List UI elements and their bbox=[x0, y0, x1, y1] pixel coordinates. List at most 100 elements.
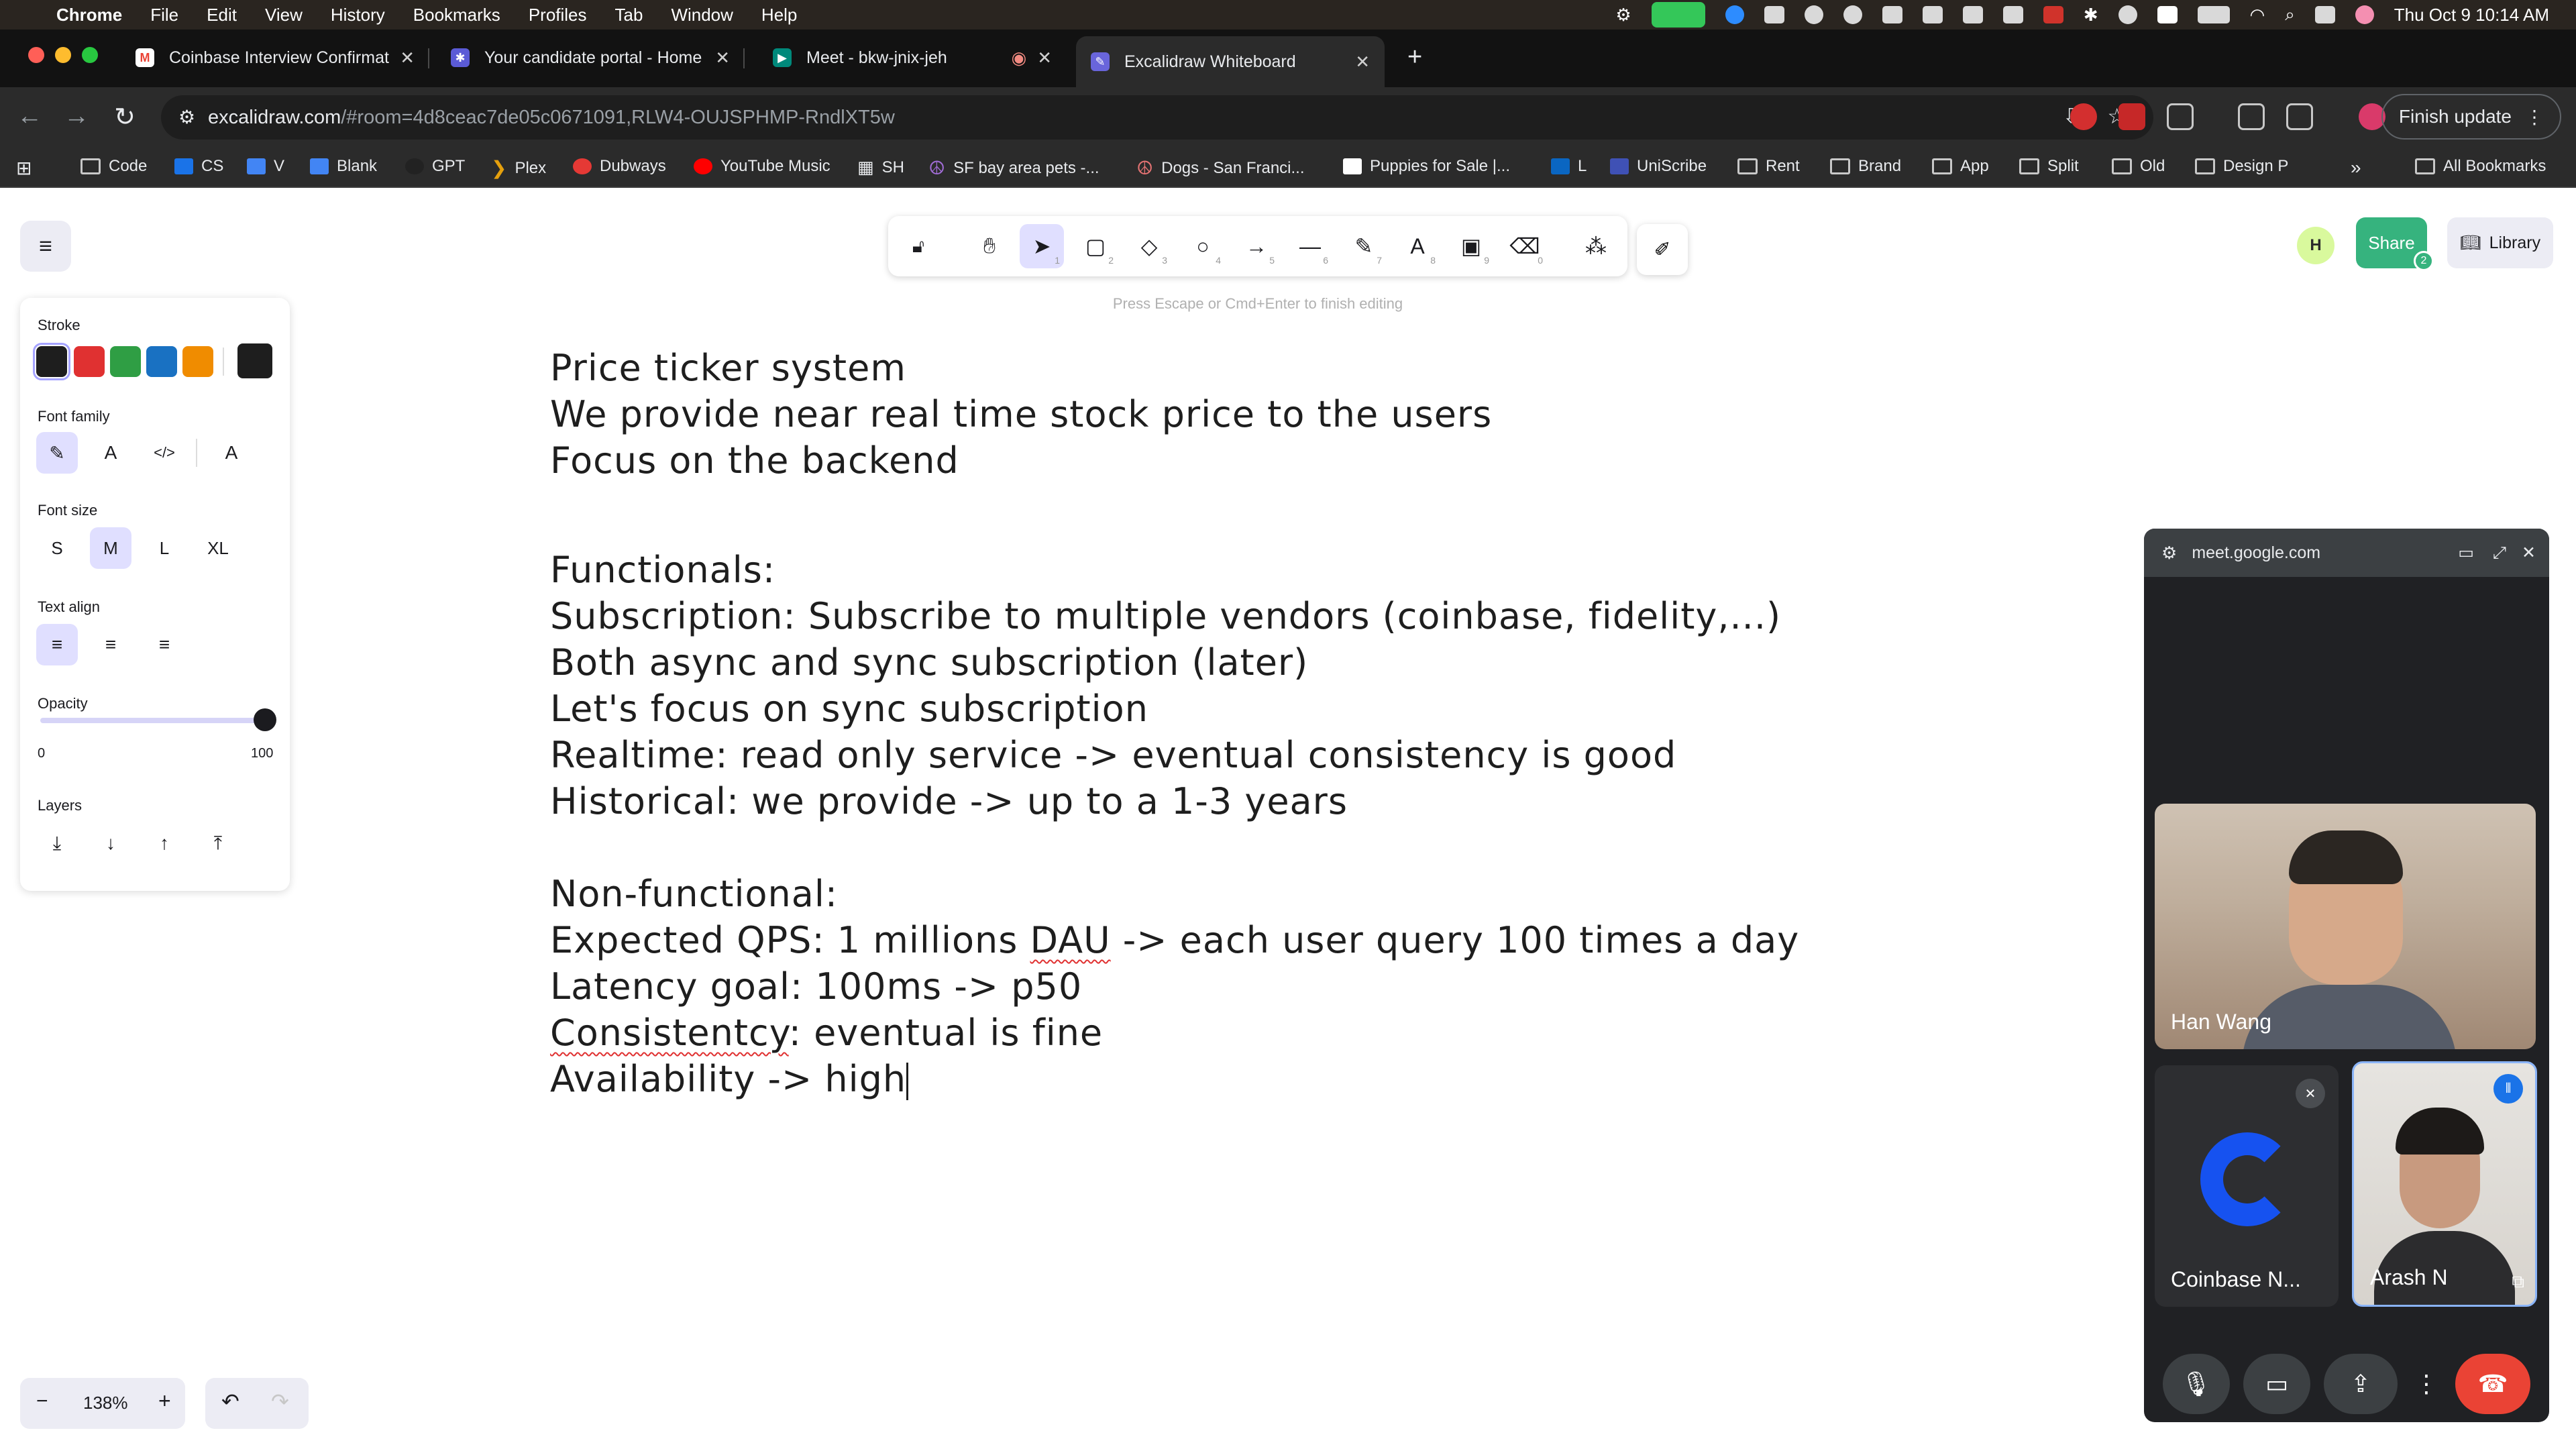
text-tool-button[interactable]: A8 bbox=[1395, 224, 1440, 268]
bluetooth-icon[interactable]: ✱ bbox=[2084, 5, 2098, 25]
menu-edit[interactable]: Edit bbox=[207, 5, 237, 25]
camera-button[interactable]: ▭ bbox=[2243, 1354, 2310, 1414]
menu-profiles[interactable]: Profiles bbox=[529, 5, 587, 25]
align-center-button[interactable]: ≡ bbox=[90, 624, 131, 665]
font-more-button[interactable]: A bbox=[211, 432, 252, 474]
stroke-color-red[interactable] bbox=[74, 346, 105, 377]
battery-icon[interactable] bbox=[2197, 6, 2230, 23]
bookmark-dubways[interactable]: Dubways bbox=[573, 157, 666, 176]
bookmark-blank[interactable]: Blank bbox=[310, 157, 377, 176]
close-tab-icon[interactable]: ✕ bbox=[1355, 52, 1370, 72]
spotlight-search-icon[interactable]: ⌕ bbox=[2285, 4, 2295, 25]
expand-icon[interactable]: ⤢ bbox=[2493, 543, 2506, 563]
minimize-window-button[interactable] bbox=[55, 47, 71, 63]
mic-button[interactable]: 🎙︎ bbox=[2163, 1354, 2230, 1414]
menu-app-name[interactable]: Chrome bbox=[56, 5, 122, 25]
bookmark-all[interactable]: All Bookmarks bbox=[2415, 157, 2546, 176]
bookmark-gpt[interactable]: GPT bbox=[405, 157, 465, 176]
finish-update-button[interactable]: Finish update ⋮ bbox=[2381, 94, 2561, 140]
close-tab-icon[interactable]: ✕ bbox=[400, 48, 415, 68]
align-right-button[interactable]: ≡ bbox=[144, 624, 185, 665]
extensions-puzzle-icon[interactable] bbox=[2167, 103, 2194, 130]
menu-tab[interactable]: Tab bbox=[615, 5, 643, 25]
font-normal-button[interactable]: A bbox=[90, 432, 131, 474]
check-icon[interactable] bbox=[1843, 5, 1862, 24]
hand-tool-button[interactable]: ✋︎ bbox=[967, 224, 1012, 268]
cloud-icon[interactable] bbox=[1882, 6, 1902, 23]
image-tool-button[interactable]: ▣ 9 bbox=[1449, 224, 1493, 268]
menu-history[interactable]: History bbox=[331, 5, 385, 25]
font-size-l-button[interactable]: L bbox=[144, 527, 185, 569]
draw-tool-button[interactable]: ✎ 7 bbox=[1342, 224, 1386, 268]
menu-window[interactable]: Window bbox=[671, 5, 733, 25]
camera-in-use-icon[interactable] bbox=[1651, 2, 1705, 28]
lock-tool-button[interactable]: 🔓︎ bbox=[896, 224, 941, 268]
bring-forward-button[interactable]: ↑ bbox=[144, 822, 185, 864]
reload-button[interactable]: ↻ bbox=[109, 102, 141, 132]
close-pip-icon[interactable]: ✕ bbox=[2522, 543, 2536, 563]
arrow-tool-button[interactable]: → 5 bbox=[1234, 224, 1279, 268]
tab-candidate-portal[interactable]: ✱ Your candidate portal - Home ✕ bbox=[436, 36, 745, 79]
opacity-slider[interactable] bbox=[40, 718, 266, 723]
control-center-icon[interactable] bbox=[2314, 6, 2335, 23]
stroke-color-black[interactable] bbox=[33, 343, 70, 380]
font-size-xl-button[interactable]: XL bbox=[197, 527, 239, 569]
new-tab-button[interactable]: + bbox=[1407, 43, 1422, 72]
screens-icon[interactable] bbox=[2002, 6, 2023, 23]
close-tab-icon[interactable]: ✕ bbox=[715, 48, 730, 68]
adblock-plus-icon[interactable] bbox=[2070, 103, 2097, 130]
tab-meet[interactable]: ▶ Meet - bkw-jnix-jeh ◉ ✕ bbox=[758, 36, 1067, 79]
font-size-s-button[interactable]: S bbox=[36, 527, 78, 569]
cast-icon[interactable] bbox=[2238, 103, 2265, 130]
bookmark-apps[interactable]: ⊞ bbox=[16, 157, 32, 179]
align-left-button[interactable]: ≡ bbox=[36, 624, 78, 665]
stroke-color-blue[interactable] bbox=[146, 346, 177, 377]
user-icon[interactable] bbox=[2118, 5, 2137, 24]
font-size-m-button[interactable]: M bbox=[90, 527, 131, 569]
bookmark-dogs-sf[interactable]: ☮ Dogs - San Franci... bbox=[1136, 157, 1305, 179]
stroke-color-orange[interactable] bbox=[182, 346, 213, 377]
bookmark-brand[interactable]: Brand bbox=[1830, 157, 1901, 176]
stroke-color-green[interactable] bbox=[110, 346, 141, 377]
send-to-back-button[interactable]: ⤓ bbox=[36, 822, 78, 864]
eraser-tool-button[interactable]: ⌫ 0 bbox=[1503, 224, 1547, 268]
bookmark-app[interactable]: App bbox=[1932, 157, 1989, 176]
site-settings-icon[interactable]: ⚙ bbox=[2161, 543, 2177, 564]
ellipse-tool-button[interactable]: ○ 4 bbox=[1181, 224, 1225, 268]
participant-tile-coinbase[interactable]: ✕ Coinbase N... bbox=[2155, 1065, 2339, 1307]
more-menu-icon[interactable]: ⋮ bbox=[2525, 106, 2544, 128]
leave-call-button[interactable]: ☎︎ bbox=[2455, 1354, 2530, 1414]
redo-icon[interactable]: ↷ bbox=[271, 1389, 289, 1414]
opacity-slider-thumb[interactable] bbox=[254, 708, 276, 731]
present-button[interactable]: ⇪ bbox=[2324, 1354, 2398, 1414]
participant-tile-arash[interactable]: ⦀ Arash N ⧉ bbox=[2352, 1061, 2537, 1307]
bookmark-sf-pets[interactable]: ☮ SF bay area pets -... bbox=[928, 157, 1099, 179]
address-bar[interactable]: ⚙ excalidraw.com /#room=4d8ceac7de05c067… bbox=[161, 95, 2153, 140]
menu-help[interactable]: Help bbox=[761, 5, 797, 25]
back-to-tab-icon[interactable]: ▭ bbox=[2458, 543, 2474, 563]
more-options-button[interactable]: ⋮ bbox=[2410, 1354, 2443, 1414]
bookmark-cs[interactable]: CS bbox=[174, 157, 223, 176]
bookmark-v[interactable]: V bbox=[247, 157, 284, 176]
collaborator-avatar[interactable]: H bbox=[2297, 227, 2334, 264]
tab-search-icon[interactable] bbox=[2286, 103, 2313, 130]
pin-tile-icon[interactable]: ⧉ bbox=[2512, 1271, 2524, 1293]
wifi-icon[interactable]: ◠ bbox=[2250, 5, 2265, 25]
site-info-icon[interactable]: ⚙ bbox=[178, 106, 195, 128]
bookmark-linkedin[interactable]: L bbox=[1551, 157, 1587, 176]
line-tool-button[interactable]: —6 bbox=[1288, 224, 1332, 268]
zoom-out-button[interactable]: − bbox=[36, 1390, 48, 1413]
send-backward-button[interactable]: ↓ bbox=[90, 822, 131, 864]
main-menu-button[interactable]: ≡ bbox=[20, 221, 71, 272]
undo-icon[interactable]: ↶ bbox=[221, 1389, 239, 1414]
selection-tool-button[interactable]: ➤ 1 bbox=[1020, 224, 1064, 268]
close-tab-icon[interactable]: ✕ bbox=[1037, 48, 1052, 68]
zoom-level[interactable]: 138% bbox=[83, 1393, 128, 1413]
participant-tile-han-wang[interactable]: Han Wang bbox=[2155, 804, 2536, 1049]
rectangle-tool-button[interactable]: ▢ 2 bbox=[1073, 224, 1118, 268]
zoom-in-button[interactable]: + bbox=[158, 1389, 171, 1413]
back-button[interactable]: ← bbox=[13, 102, 46, 131]
keyboard-icon[interactable] bbox=[1922, 6, 1943, 23]
bookmark-plex[interactable]: ❯ Plex bbox=[491, 157, 546, 179]
menubar-datetime[interactable]: Thu Oct 9 10:14 AM bbox=[2394, 5, 2549, 25]
